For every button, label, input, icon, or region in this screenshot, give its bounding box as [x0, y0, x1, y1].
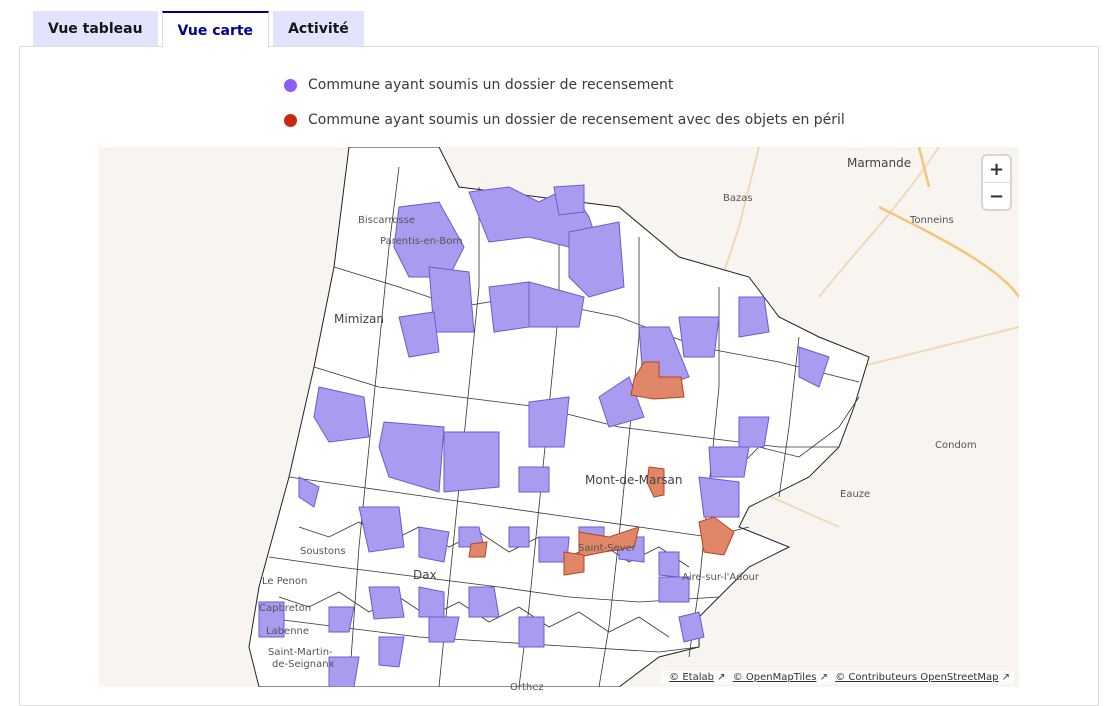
- view-tabs: Vue tableau Vue carte Activité: [33, 11, 368, 48]
- red-dot-icon: [284, 113, 297, 127]
- zoom-control: + −: [983, 156, 1010, 209]
- place-label: Tonneins: [910, 215, 954, 226]
- place-label: Mont-de-Marsan: [585, 473, 683, 487]
- place-label: Biscarrosse: [358, 215, 415, 226]
- place-label: Soustons: [300, 546, 346, 557]
- legend-item-submitted: Commune ayant soumis un dossier de recen…: [284, 77, 673, 93]
- place-label: Capbreton: [259, 603, 312, 614]
- map-attribution: © Etalab ↗ © OpenMapTiles ↗ © Contribute…: [661, 671, 1014, 684]
- attribution-link-osm[interactable]: © Contributeurs OpenStreetMap: [835, 672, 998, 683]
- zoom-in-button[interactable]: +: [983, 156, 1010, 182]
- place-label: Le Penon: [262, 576, 308, 587]
- place-label: Orthez: [510, 682, 544, 693]
- map-canvas[interactable]: [99, 147, 1019, 687]
- place-label: Dax: [413, 568, 437, 582]
- place-label: Bazas: [723, 193, 753, 204]
- legend-label-submitted: Commune ayant soumis un dossier de recen…: [308, 77, 674, 93]
- place-label: Eauze: [840, 489, 871, 500]
- zoom-out-button[interactable]: −: [983, 183, 1010, 209]
- tab-vue-carte[interactable]: Vue carte: [161, 11, 270, 48]
- purple-dot-icon: [284, 78, 297, 92]
- tab-vue-tableau[interactable]: Vue tableau: [33, 11, 158, 46]
- place-label: Aire-sur-l'Adour: [682, 572, 760, 583]
- place-label: Condom: [935, 440, 977, 451]
- map-svg: [248, 147, 1019, 687]
- place-label: Saint-Martin-: [268, 647, 333, 658]
- legend-item-peril: Commune ayant soumis un dossier de recen…: [284, 112, 845, 128]
- place-label: Labenne: [266, 626, 310, 637]
- place-label: Marmande: [847, 156, 912, 170]
- place-label: Mimizan: [334, 312, 384, 326]
- legend-label-peril: Commune ayant soumis un dossier de recen…: [308, 112, 845, 128]
- attribution-link-openmaptiles[interactable]: © OpenMapTiles: [733, 672, 817, 683]
- place-label: de-Seignanx: [272, 659, 335, 670]
- attribution-link-etalab[interactable]: © Etalab: [669, 672, 714, 683]
- place-label: Saint-Sever: [578, 543, 636, 554]
- tab-activite[interactable]: Activité: [273, 11, 364, 46]
- place-label: Parentis-en-Born: [380, 236, 463, 247]
